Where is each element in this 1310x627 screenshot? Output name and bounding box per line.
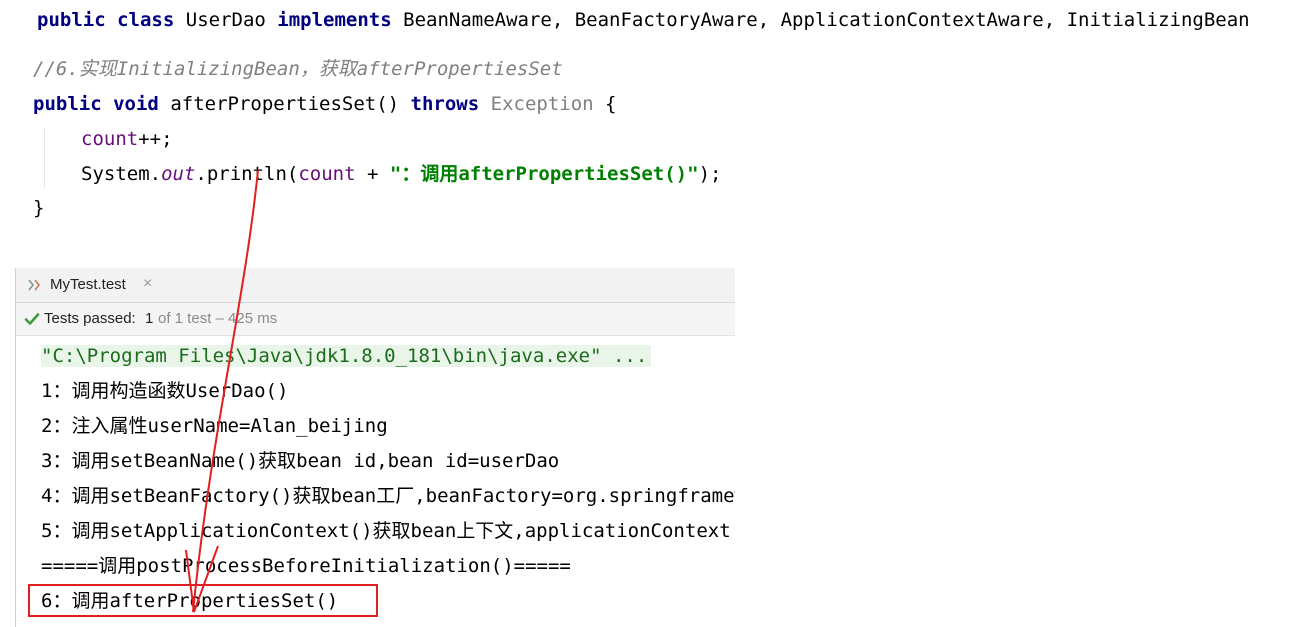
string-literal: "：调用afterPropertiesSet()" [389, 163, 699, 185]
tab-label: MyTest.test [50, 276, 126, 293]
console-command: "C:\Program Files\Java\jdk1.8.0_181\bin\… [41, 345, 652, 367]
system-ref: System. [81, 163, 162, 185]
console-line: 4：调用setBeanFactory()获取bean工厂,beanFactory… [41, 485, 735, 507]
kw-implements: implements [277, 9, 392, 31]
console-line: 5：调用setApplicationContext()获取bean上下文,app… [41, 520, 731, 542]
run-panel: MyTest.test × Tests passed: 1 of 1 test … [15, 268, 735, 627]
brace-open: { [605, 93, 617, 115]
console-line: 2：注入属性userName=Alan_beijing [41, 415, 388, 437]
kw-throws: throws [410, 93, 480, 115]
close-icon[interactable]: × [143, 275, 152, 293]
statement-increment: count++; [81, 127, 173, 151]
class-name: UserDao [185, 9, 266, 31]
field-count-ref: count [298, 163, 356, 185]
interface-list: BeanNameAware, BeanFactoryAware, Applica… [403, 9, 1250, 31]
highlight-box [28, 584, 378, 617]
check-icon [24, 313, 40, 325]
increment-op: ++; [138, 128, 173, 150]
status-count: 1 [145, 310, 154, 327]
status-label: Tests passed: [44, 310, 136, 327]
kw-public: public [33, 93, 102, 115]
class-declaration: public class UserDao implements BeanName… [37, 8, 1250, 32]
console-line: "C:\Program Files\Java\jdk1.8.0_181\bin\… [41, 343, 652, 369]
method-declaration: public void afterPropertiesSet() throws … [33, 92, 617, 116]
kw-public: public [37, 9, 106, 31]
run-tab-bar: MyTest.test × [16, 268, 735, 303]
field-count: count [81, 128, 139, 150]
kw-void: void [113, 93, 159, 115]
exception-type: Exception [490, 93, 594, 115]
indent-guide [44, 128, 45, 188]
statement-println: System.out.println(count + "：调用afterProp… [81, 162, 721, 186]
out-field: out [161, 163, 196, 185]
println-call: .println( [195, 163, 299, 185]
console-line: =====调用postProcessBeforeInitialization()… [41, 555, 571, 577]
test-status-bar: Tests passed: 1 of 1 test – 425 ms [16, 303, 735, 336]
console-line: 1：调用构造函数UserDao() [41, 380, 289, 402]
brace-close: } [33, 197, 45, 219]
plus-op: + [355, 163, 390, 185]
statement-end: ); [698, 163, 722, 185]
test-run-icon [28, 279, 41, 291]
status-detail: of 1 test – 425 ms [158, 310, 278, 327]
console-line: 3：调用setBeanName()获取bean id,bean id=userD… [41, 450, 560, 472]
method-name: afterPropertiesSet() [170, 93, 400, 115]
code-comment: //6.实现InitializingBean，获取afterProperties… [33, 58, 563, 80]
kw-class: class [117, 9, 175, 31]
tab-mytest[interactable]: MyTest.test × [16, 268, 164, 302]
